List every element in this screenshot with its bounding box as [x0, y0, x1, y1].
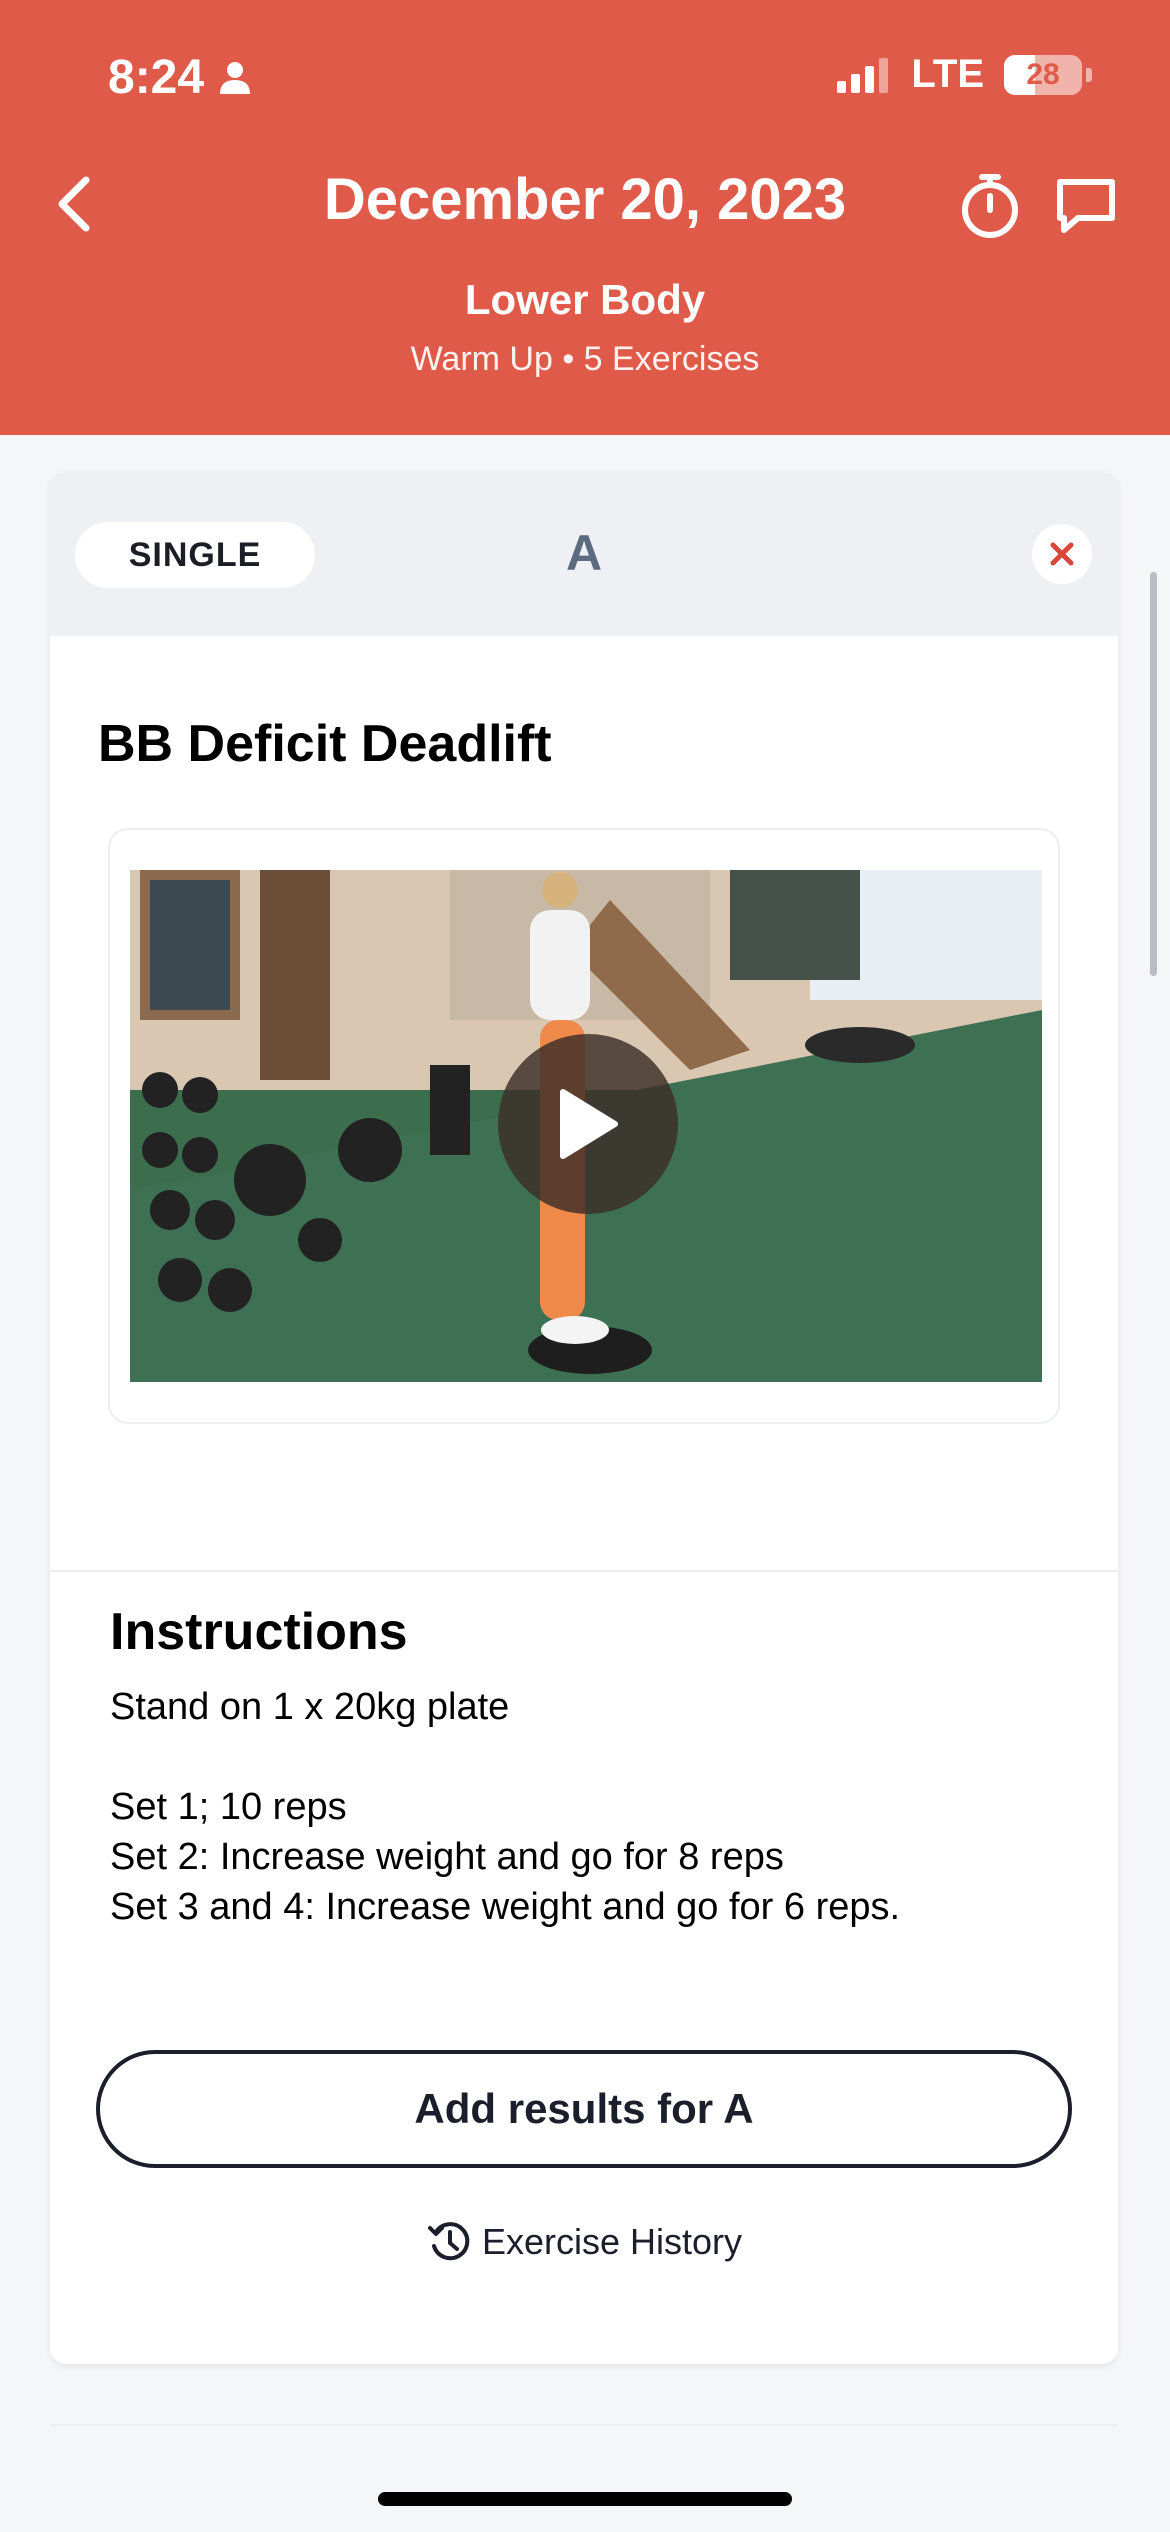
add-results-label: Add results for A — [414, 2085, 754, 2132]
chat-button[interactable] — [1054, 176, 1118, 236]
battery-icon: 28 — [1004, 54, 1082, 95]
play-button[interactable] — [498, 1034, 678, 1214]
workout-meta: Warm Up • 5 Exercises — [410, 340, 760, 378]
exercise-name: BB Deficit Deadlift — [98, 715, 552, 773]
bottom-divider — [50, 2424, 1118, 2426]
workout-name: Lower Body — [464, 276, 706, 323]
battery-level: 28 — [1026, 57, 1060, 91]
exercise-card: SINGLE A BB Deficit Deadlift Instruction… — [50, 472, 1118, 2364]
play-icon — [560, 1089, 618, 1159]
instruction-line: Set 3 and 4: Increase weight and go for … — [110, 1886, 901, 1928]
instruction-line: Set 1; 10 reps — [110, 1786, 347, 1828]
remove-exercise-button[interactable] — [1032, 524, 1092, 584]
close-icon — [1050, 542, 1074, 566]
exercise-history-link[interactable]: Exercise History — [50, 2218, 1118, 2266]
chat-bubble-icon — [1057, 179, 1115, 233]
scrollbar[interactable] — [1150, 572, 1157, 976]
home-indicator[interactable] — [378, 2492, 792, 2506]
history-clock-icon — [427, 2222, 470, 2261]
status-time-text: 8:24 — [108, 51, 205, 104]
stopwatch-icon — [962, 174, 1018, 238]
instruction-line: Stand on 1 x 20kg plate — [110, 1686, 510, 1728]
instruction-line: Set 2: Increase weight and go for 8 reps — [110, 1836, 784, 1878]
network-type: LTE — [911, 52, 984, 96]
add-results-button[interactable]: Add results for A — [96, 2050, 1072, 2168]
app-header: 8:24 LTE 28 December 20, 2023 Lower Body… — [0, 0, 1170, 435]
video-container — [108, 828, 1060, 1424]
instructions-title: Instructions — [110, 1603, 408, 1661]
exercise-letter: A — [565, 525, 603, 581]
signal-icon — [837, 57, 889, 93]
exercise-video-thumbnail[interactable] — [130, 870, 1042, 1382]
card-header: SINGLE A — [50, 472, 1118, 636]
section-divider — [50, 1570, 1118, 1572]
person-icon — [220, 61, 251, 94]
status-bar-right: LTE 28 — [837, 52, 1092, 97]
battery-nub — [1086, 67, 1092, 82]
stopwatch-button[interactable] — [958, 172, 1022, 240]
status-bar-time: 8:24 — [108, 50, 252, 105]
exercise-history-label: Exercise History — [481, 2221, 743, 2262]
